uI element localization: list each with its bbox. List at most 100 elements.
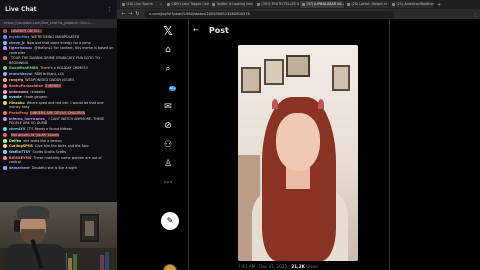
chat-username[interactable]: nvexie [9, 95, 22, 99]
chat-text: i hate gingers [23, 95, 47, 100]
chat-username[interactable]: ravgrfg [9, 78, 23, 82]
column-divider-right [389, 19, 390, 270]
chat-avatar [3, 155, 7, 160]
chat-username[interactable]: unknowns [9, 90, 28, 94]
chat-message: BoshuParazoldian 2 MEMES [3, 83, 114, 88]
more-icon[interactable]: ⋯ [160, 176, 176, 190]
chat-message: crunchbeyul RDN brilliant, LOL [3, 72, 114, 77]
chat-username[interactable]: crunchbeyul [9, 72, 32, 76]
wall-frame [264, 59, 284, 85]
chat-text: There's a HOLIDAY CRIMES!! [40, 66, 89, 71]
tab-label: (21) AmericanWeatherN... [396, 2, 435, 6]
live-chat-panel: Live Chat ⋮ https://youtube.com/live_cha… [0, 0, 117, 202]
forward-button[interactable]: → [127, 11, 134, 17]
chat-avatar [3, 126, 7, 131]
browser-tab[interactable]: CNN's Jake Tapper Calls Vi...× [165, 1, 209, 8]
chat-message: ProtoFrog GINGERS ARE DEVILS CHILDREN [3, 111, 114, 116]
wall-frame [241, 67, 261, 93]
new-tab-button[interactable]: + [437, 2, 441, 8]
chat-text: TOUR THE DANNIK GRIME SYNDICATE PUB GOTO… [9, 56, 100, 65]
reload-button[interactable]: ↻ [134, 11, 141, 17]
wall-picture [80, 214, 99, 242]
chat-username[interactable]: WaflleTTSY [9, 150, 30, 154]
chat-menu-icon[interactable]: ⋮ [107, 7, 112, 13]
chat-avatar [3, 56, 7, 61]
screen: Live Chat ⋮ https://youtube.com/live_cha… [0, 0, 480, 270]
communities-icon[interactable]: ⚇ [160, 138, 176, 152]
tab-label: (37) JUPIKALABAR VA... [306, 2, 345, 6]
wall-frame [332, 65, 350, 91]
devil-horn [272, 99, 278, 109]
chat-username[interactable]: ProtoFrog [9, 111, 28, 115]
chat-message: demarbeer Doubtful she is like a sight [3, 165, 114, 170]
chat-text: WE'RE BEING MANIPULATED [31, 34, 80, 39]
chat-username[interactable]: CurlingSPOS [9, 144, 33, 148]
tab-favicon-icon [212, 3, 215, 6]
grok-icon[interactable]: ⊘ [160, 119, 176, 133]
browser-tab[interactable]: (37) JUPIKALABAR VA...× [300, 1, 344, 8]
back-arrow-icon[interactable]: ← [193, 26, 199, 34]
chat-username[interactable]: Delfee [9, 139, 21, 143]
x-logo-icon[interactable]: 𝕏 [160, 24, 176, 38]
chat-avatar [3, 29, 7, 33]
browser-tab[interactable]: (21) AmericanWeatherN...× [390, 1, 434, 8]
browser-tab[interactable]: Twitter Is Looking Into Yo...× [210, 1, 254, 8]
account-avatar[interactable] [163, 264, 177, 270]
chat-avatar [3, 89, 7, 94]
tab-favicon-icon [257, 3, 260, 6]
tab-favicon-icon [347, 3, 350, 6]
chat-message: mysticMex WE'RE BEING MANIPULATED [3, 34, 114, 39]
chat-message: CurlingSPOS Give him the bicks and the fu… [3, 144, 114, 149]
chat-message-list[interactable]: LAVABOY ON SO... mysticMex WE'RE BEING MAN… [0, 28, 117, 170]
tab-label: (10) Live Sports [126, 2, 153, 6]
chat-username[interactable]: chrmLYX [9, 127, 25, 131]
chat-text: GINGERS ARE DEVILS CHILDREN [29, 111, 86, 116]
chat-avatar [3, 150, 7, 155]
chat-avatar [3, 40, 7, 45]
notifications-badge: 20+ [169, 86, 176, 91]
chat-text: RDN brilliant, LOL [34, 72, 65, 77]
chat-avatar [3, 132, 7, 137]
chat-text: 2 MEMES [45, 83, 61, 88]
chat-username[interactable]: demarbeer [9, 166, 30, 170]
notifications-icon[interactable]: 20+ [160, 81, 176, 95]
chat-text: Not proven to 'youth' ksumb [11, 132, 60, 137]
chat-avatar [3, 77, 7, 82]
chat-username[interactable]: GoodifishRMBR [9, 66, 38, 70]
chat-avatar [3, 34, 7, 39]
search-icon[interactable]: ⌕ [160, 62, 176, 76]
chat-avatar [3, 111, 7, 116]
post-title: Post [208, 25, 229, 35]
chat-avatar [3, 101, 7, 106]
chat-username[interactable]: mysticMex [9, 35, 29, 39]
browser-tab[interactable]: (25) Latest: Helgen in 'Ex...× [345, 1, 389, 8]
messages-icon[interactable]: ✉ [160, 100, 176, 114]
chat-message: ravgrfg WEAPONISED DADDY ISSUES [3, 77, 114, 82]
browser-tab[interactable]: (397) TRUTH TELLER X3 Vi...× [255, 1, 299, 8]
tab-label: (25) Latest: Helgen in 'Ex... [351, 2, 390, 6]
browser-menu-icon[interactable]: ⋮ [473, 12, 477, 17]
back-button[interactable]: ← [120, 11, 127, 17]
url-input[interactable]: x.com/Joyful7pearl/1980/status/200595652… [144, 10, 394, 18]
chat-avatar [3, 66, 7, 71]
post-meta: 7:41 AM · Dec 31, 2025 · 21.2K Views [238, 264, 388, 270]
tab-close-icon[interactable]: × [159, 1, 162, 8]
browser-tab[interactable]: (10) Live Sports × [120, 1, 164, 8]
chat-username[interactable]: BoshuParazoldian [9, 84, 43, 88]
chat-avatar [3, 46, 7, 51]
home-icon[interactable]: ⌂ [160, 43, 176, 57]
post-views-label: Views [304, 264, 319, 269]
chat-message: Delfee she looks like a demon [3, 138, 114, 143]
post-video[interactable] [238, 45, 358, 261]
chat-message: inferno_hurricanes_ I CANT WATCH ANYMORE.… [3, 116, 114, 125]
compose-post-button[interactable]: ✎ [161, 212, 179, 230]
post-header: ← Post [189, 22, 389, 38]
chat-avatar [3, 165, 7, 170]
chat-text: Now use that same energy for a pimp [26, 40, 91, 45]
tab-label: Twitter Is Looking Into Yo... [216, 2, 255, 6]
post-timestamp: 7:41 AM · Dec 31, 2025 · [238, 264, 292, 269]
chat-avatar [3, 95, 7, 100]
profile-icon[interactable]: ♙ [160, 157, 176, 171]
chat-username[interactable]: chevy_jr [9, 41, 25, 45]
devil-horn [318, 99, 324, 109]
